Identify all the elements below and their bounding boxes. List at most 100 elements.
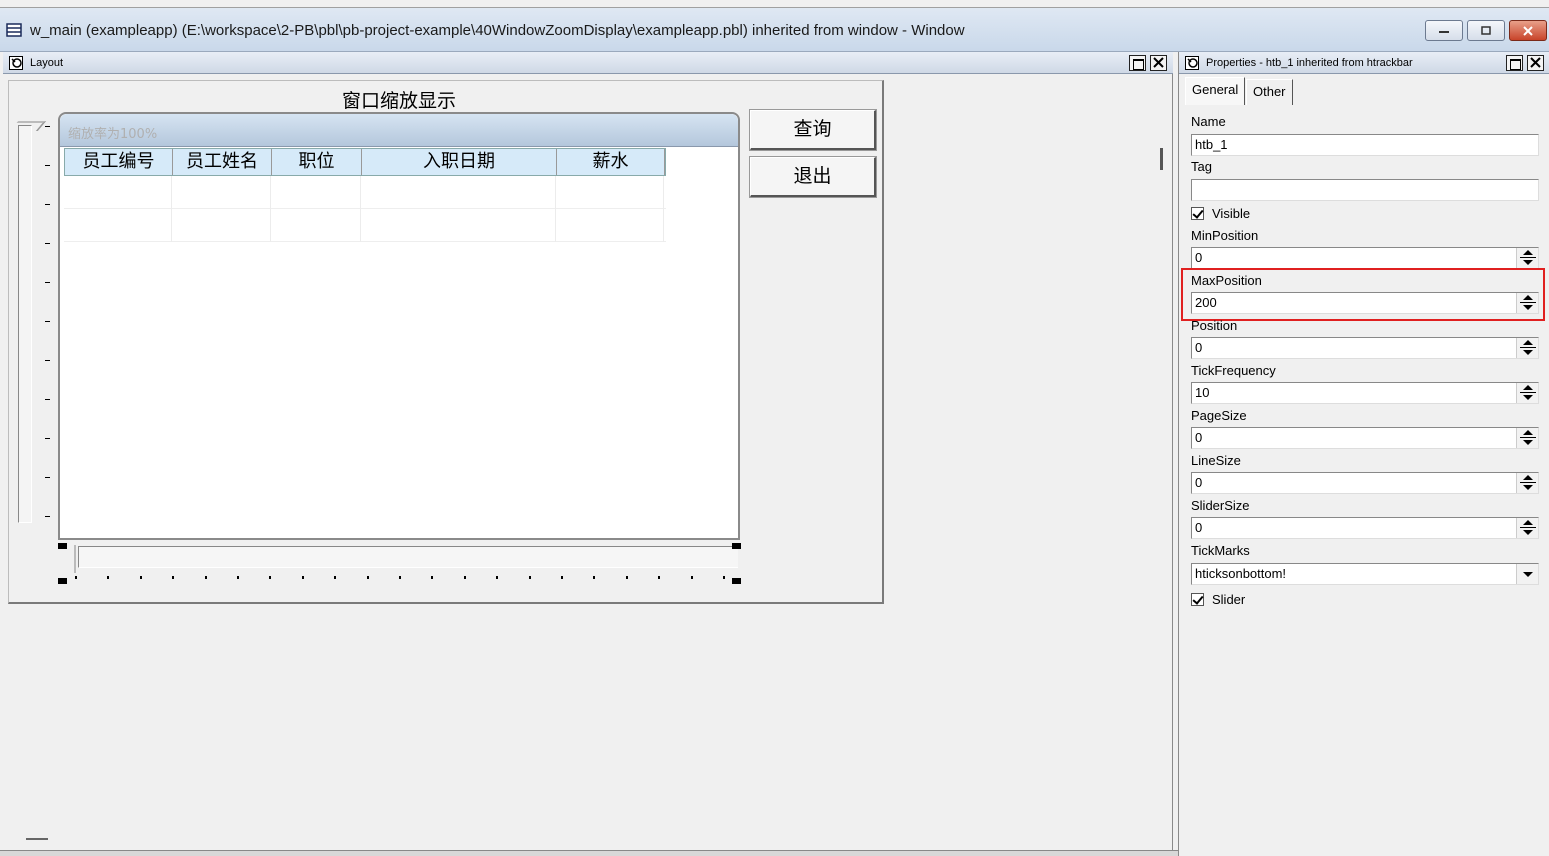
trackbar-tick (45, 204, 50, 205)
linesize-field[interactable]: 0 (1191, 472, 1539, 494)
slidersize-field[interactable]: 0 (1191, 517, 1539, 539)
slidersize-spinner[interactable] (1516, 518, 1538, 538)
table-row[interactable] (64, 209, 666, 242)
properties-pane-maximize-button[interactable] (1506, 55, 1523, 71)
properties-pane-close-button[interactable] (1527, 55, 1544, 71)
minposition-spinner[interactable] (1516, 248, 1538, 268)
query-button[interactable]: 查询 (749, 109, 877, 151)
table-cell[interactable] (172, 176, 271, 209)
table-cell[interactable] (361, 176, 556, 209)
spin-down-icon[interactable] (1523, 530, 1533, 535)
groupbox[interactable]: 缩放率为100% 员工编号 员工姓名 职位 入职日期 薪水 (58, 112, 740, 540)
zoom-rate-label: 缩放率为100% (68, 127, 158, 142)
column-header-hire-date[interactable]: 入职日期 (362, 149, 557, 175)
position-value: 0 (1195, 340, 1203, 355)
column-header-employee-id[interactable]: 员工编号 (65, 149, 173, 175)
trackbar-tick (528, 576, 531, 579)
spin-down-icon[interactable] (1523, 395, 1533, 400)
minimize-button[interactable] (1425, 20, 1463, 41)
chevron-down-icon[interactable] (1516, 564, 1538, 584)
maximize-button[interactable] (1467, 20, 1505, 41)
column-header-employee-name[interactable]: 员工姓名 (173, 149, 272, 175)
visible-check-icon[interactable] (1191, 207, 1204, 220)
spin-up-icon[interactable] (1523, 520, 1533, 525)
vertical-trackbar[interactable] (18, 125, 32, 523)
tab-other[interactable]: Other (1246, 79, 1293, 105)
trackbar-tick (139, 576, 142, 579)
pagesize-label: PageSize (1191, 408, 1247, 423)
close-icon (1153, 57, 1164, 68)
spin-down-icon[interactable] (1523, 305, 1533, 310)
table-cell[interactable] (361, 209, 556, 242)
position-label: Position (1191, 318, 1238, 333)
position-spinner[interactable] (1516, 338, 1538, 358)
maxposition-label: MaxPosition (1191, 273, 1262, 288)
exit-button[interactable]: 退出 (749, 156, 877, 198)
slidersize-value: 0 (1195, 520, 1203, 535)
employee-datawindow[interactable]: 员工编号 员工姓名 职位 入职日期 薪水 (64, 148, 666, 242)
trackbar-tick (75, 576, 77, 579)
tab-general[interactable]: General (1185, 77, 1246, 105)
designed-window[interactable]: 窗口缩放显示 缩放率为100% 员工编号 员工姓名 职位 入职日期 薪水 查询 … (8, 80, 884, 604)
linesize-spinner[interactable] (1516, 473, 1538, 493)
position-field[interactable]: 0 (1191, 337, 1539, 359)
layout-scroll-thumb[interactable] (1160, 148, 1163, 170)
linesize-value: 0 (1195, 475, 1203, 490)
window-title: w_main (exampleapp) (E:\workspace\2-PB\p… (30, 22, 965, 39)
designed-window-title[interactable]: 窗口缩放显示 (342, 86, 456, 113)
spin-down-icon[interactable] (1523, 260, 1533, 265)
spin-up-icon[interactable] (1523, 340, 1533, 345)
trackbar-tick (45, 438, 50, 439)
pagesize-spinner[interactable] (1516, 428, 1538, 448)
spin-up-icon[interactable] (1523, 295, 1533, 300)
visible-checkbox[interactable]: Visible (1191, 206, 1250, 221)
table-cell[interactable] (64, 209, 172, 242)
maxposition-spinner[interactable] (1516, 293, 1538, 313)
visible-label: Visible (1212, 206, 1251, 221)
layout-pane-close-button[interactable] (1150, 55, 1167, 71)
layout-pane-maximize-button[interactable] (1129, 55, 1146, 71)
slider-check-icon[interactable] (1191, 593, 1204, 606)
spin-up-icon[interactable] (1523, 250, 1533, 255)
table-cell[interactable] (64, 176, 172, 209)
selection-handle[interactable] (732, 543, 741, 549)
spin-up-icon[interactable] (1523, 385, 1533, 390)
column-header-salary[interactable]: 薪水 (557, 149, 665, 175)
column-header-position[interactable]: 职位 (272, 149, 362, 175)
trackbar-groove[interactable] (78, 546, 738, 568)
tickmarks-select[interactable]: hticksonbottom! (1191, 563, 1539, 585)
close-button[interactable] (1509, 20, 1547, 41)
tickfrequency-spinner[interactable] (1516, 383, 1538, 403)
trackbar-tick (301, 576, 304, 579)
pagesize-field[interactable]: 0 (1191, 427, 1539, 449)
slider-label: Slider (1212, 592, 1246, 607)
table-cell[interactable] (271, 209, 361, 242)
minposition-label: MinPosition (1191, 228, 1259, 243)
properties-pane-header: Properties - htb_1 inherited from htrack… (1179, 52, 1549, 74)
tickfrequency-field[interactable]: 10 (1191, 382, 1539, 404)
spin-down-icon[interactable] (1523, 440, 1533, 445)
table-row[interactable] (64, 176, 666, 209)
tickmarks-label: TickMarks (1191, 543, 1250, 558)
tag-field[interactable] (1191, 179, 1539, 201)
trackbar-slider[interactable] (74, 545, 80, 573)
selection-handle[interactable] (732, 578, 741, 584)
spin-down-icon[interactable] (1523, 485, 1533, 490)
selection-handle[interactable] (58, 543, 67, 549)
selection-handle[interactable] (58, 578, 67, 584)
powerbuilder-ide: w_main (exampleapp) (E:\workspace\2-PB\p… (0, 0, 1549, 856)
table-cell[interactable] (556, 209, 664, 242)
trackbar-tick (45, 516, 50, 517)
spin-up-icon[interactable] (1523, 475, 1533, 480)
table-cell[interactable] (271, 176, 361, 209)
properties-pane-title: Properties - htb_1 inherited from htrack… (1206, 57, 1413, 69)
table-cell[interactable] (556, 176, 664, 209)
table-cell[interactable] (172, 209, 271, 242)
spin-down-icon[interactable] (1523, 350, 1533, 355)
layout-pane-icon (9, 56, 23, 70)
maxposition-field[interactable]: 200 (1191, 292, 1539, 314)
spin-up-icon[interactable] (1523, 430, 1533, 435)
slider-checkbox[interactable]: Slider (1191, 592, 1245, 607)
minposition-field[interactable]: 0 (1191, 247, 1539, 269)
name-field[interactable]: htb_1 (1191, 134, 1539, 156)
